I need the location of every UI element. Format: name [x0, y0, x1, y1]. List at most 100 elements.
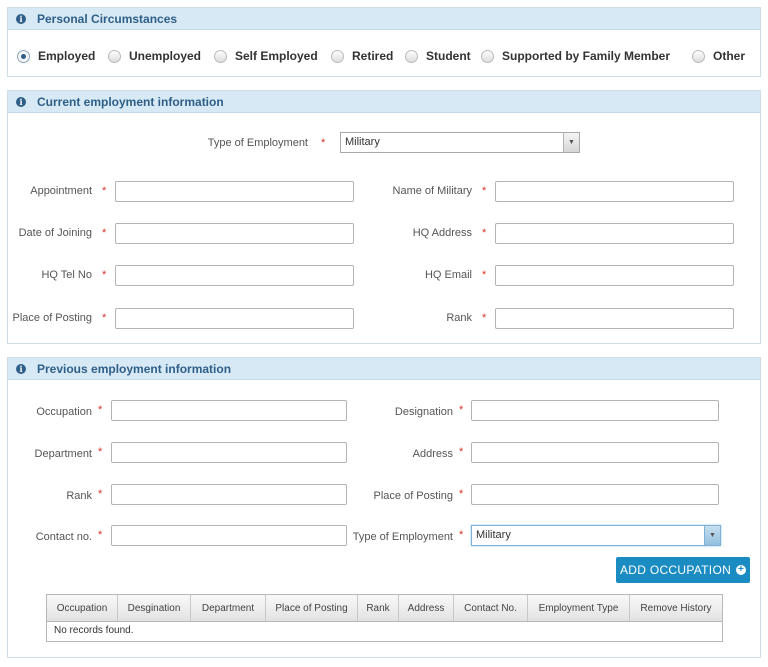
name-of-military-label: Name of Military: [392, 185, 472, 197]
plus-circle-icon: +: [736, 564, 747, 575]
date-of-joining-label: Date of Joining: [18, 227, 92, 239]
required-mark: *: [321, 137, 326, 149]
previous-rank-input[interactable]: [111, 484, 347, 505]
occupation-label: Occupation: [36, 406, 92, 418]
radio-checked-icon[interactable]: [17, 49, 30, 63]
radio-unchecked-icon[interactable]: [331, 49, 344, 63]
employment-history-table: Occupation Desgination Department Place …: [46, 594, 723, 642]
select-value: Military: [345, 136, 380, 148]
column-header-place-of-posting[interactable]: Place of Posting: [266, 595, 358, 621]
address-label: Address: [412, 448, 453, 460]
rank-input[interactable]: [495, 308, 734, 329]
radio-retired[interactable]: Retired: [331, 49, 393, 63]
panel-title: Personal Circumstances: [37, 11, 178, 26]
column-header-remove-history[interactable]: Remove History: [630, 595, 722, 621]
chevron-down-icon[interactable]: ▼: [563, 133, 579, 152]
date-of-joining-input[interactable]: [115, 223, 354, 244]
radio-student[interactable]: Student: [405, 49, 471, 63]
table-header: Occupation Desgination Department Place …: [47, 595, 722, 622]
radio-label: Student: [426, 49, 471, 63]
required-mark: *: [482, 185, 487, 197]
add-occupation-label: ADD OCCUPATION: [619, 563, 732, 577]
hq-tel-no-input[interactable]: [115, 265, 354, 286]
column-header-contact-no[interactable]: Contact No.: [454, 595, 528, 621]
required-mark: *: [102, 269, 107, 281]
panel-title: Previous employment information: [37, 361, 232, 376]
radio-unemployed[interactable]: Unemployed: [108, 49, 201, 63]
rank-label: Rank: [446, 312, 472, 324]
required-mark: *: [482, 227, 487, 239]
required-mark: *: [459, 529, 464, 541]
address-input[interactable]: [471, 442, 719, 463]
designation-input[interactable]: [471, 400, 719, 421]
employment-status-radio-group: Employed Unemployed Self Employed Retire…: [8, 49, 760, 65]
radio-self-employed[interactable]: Self Employed: [214, 49, 318, 63]
info-icon: i: [16, 96, 26, 107]
department-label: Department: [34, 448, 92, 460]
radio-label: Employed: [38, 49, 96, 63]
chevron-down-icon[interactable]: ▼: [704, 526, 720, 545]
name-of-military-input[interactable]: [495, 181, 734, 202]
type-of-employment-select[interactable]: Military ▼: [340, 132, 580, 153]
hq-tel-no-label: HQ Tel No: [41, 269, 92, 281]
column-header-rank[interactable]: Rank: [358, 595, 399, 621]
required-mark: *: [459, 488, 464, 500]
required-mark: *: [98, 404, 103, 416]
required-mark: *: [98, 529, 103, 541]
column-header-designation[interactable]: Desgination: [118, 595, 191, 621]
radio-unchecked-icon[interactable]: [108, 49, 121, 63]
radio-label: Unemployed: [129, 49, 202, 63]
radio-unchecked-icon[interactable]: [405, 49, 418, 63]
select-value: Military: [476, 529, 511, 541]
add-occupation-button[interactable]: ADD OCCUPATION +: [616, 557, 750, 583]
contact-no-input[interactable]: [111, 525, 347, 546]
required-mark: *: [102, 312, 107, 324]
required-mark: *: [102, 185, 107, 197]
previous-type-of-employment-select[interactable]: Military ▼: [471, 525, 721, 546]
radio-unchecked-icon[interactable]: [692, 49, 705, 63]
radio-employed[interactable]: Employed: [17, 49, 95, 63]
hq-email-input[interactable]: [495, 265, 734, 286]
department-input[interactable]: [111, 442, 347, 463]
column-header-employment-type[interactable]: Employment Type: [528, 595, 630, 621]
required-mark: *: [98, 446, 103, 458]
radio-supported-by-family[interactable]: Supported by Family Member: [481, 49, 670, 63]
previous-place-of-posting-input[interactable]: [471, 484, 719, 505]
radio-unchecked-icon[interactable]: [214, 49, 227, 63]
occupation-input[interactable]: [111, 400, 347, 421]
panel-header: i Personal Circumstances: [8, 8, 760, 30]
required-mark: *: [102, 227, 107, 239]
column-header-occupation[interactable]: Occupation: [47, 595, 118, 621]
panel-header: i Previous employment information: [8, 358, 760, 380]
required-mark: *: [459, 446, 464, 458]
radio-label: Self Employed: [235, 49, 318, 63]
previous-type-of-employment-label: Type of Employment: [352, 531, 453, 543]
required-mark: *: [459, 404, 464, 416]
info-icon: i: [16, 363, 26, 374]
radio-other[interactable]: Other: [692, 49, 745, 63]
column-header-address[interactable]: Address: [399, 595, 454, 621]
panel-title: Current employment information: [37, 94, 224, 109]
column-header-department[interactable]: Department: [191, 595, 266, 621]
previous-rank-label: Rank: [66, 490, 92, 502]
empty-row: No records found.: [47, 622, 722, 641]
designation-label: Designation: [394, 406, 453, 418]
current-employment-panel: i Current employment information: [7, 90, 761, 344]
radio-label: Other: [713, 49, 746, 63]
type-of-employment-label: Type of Employment: [207, 137, 308, 149]
required-mark: *: [482, 312, 487, 324]
info-icon: i: [16, 13, 26, 24]
radio-label: Retired: [352, 49, 394, 63]
hq-email-label: HQ Email: [424, 269, 472, 281]
place-of-posting-label: Place of Posting: [12, 312, 93, 324]
place-of-posting-input[interactable]: [115, 308, 354, 329]
radio-unchecked-icon[interactable]: [481, 49, 494, 63]
appointment-input[interactable]: [115, 181, 354, 202]
required-mark: *: [98, 488, 103, 500]
required-mark: *: [482, 269, 487, 281]
previous-place-of-posting-label: Place of Posting: [373, 490, 454, 502]
panel-header: i Current employment information: [8, 91, 760, 113]
hq-address-input[interactable]: [495, 223, 734, 244]
hq-address-label: HQ Address: [412, 227, 472, 239]
appointment-label: Appointment: [30, 185, 92, 197]
